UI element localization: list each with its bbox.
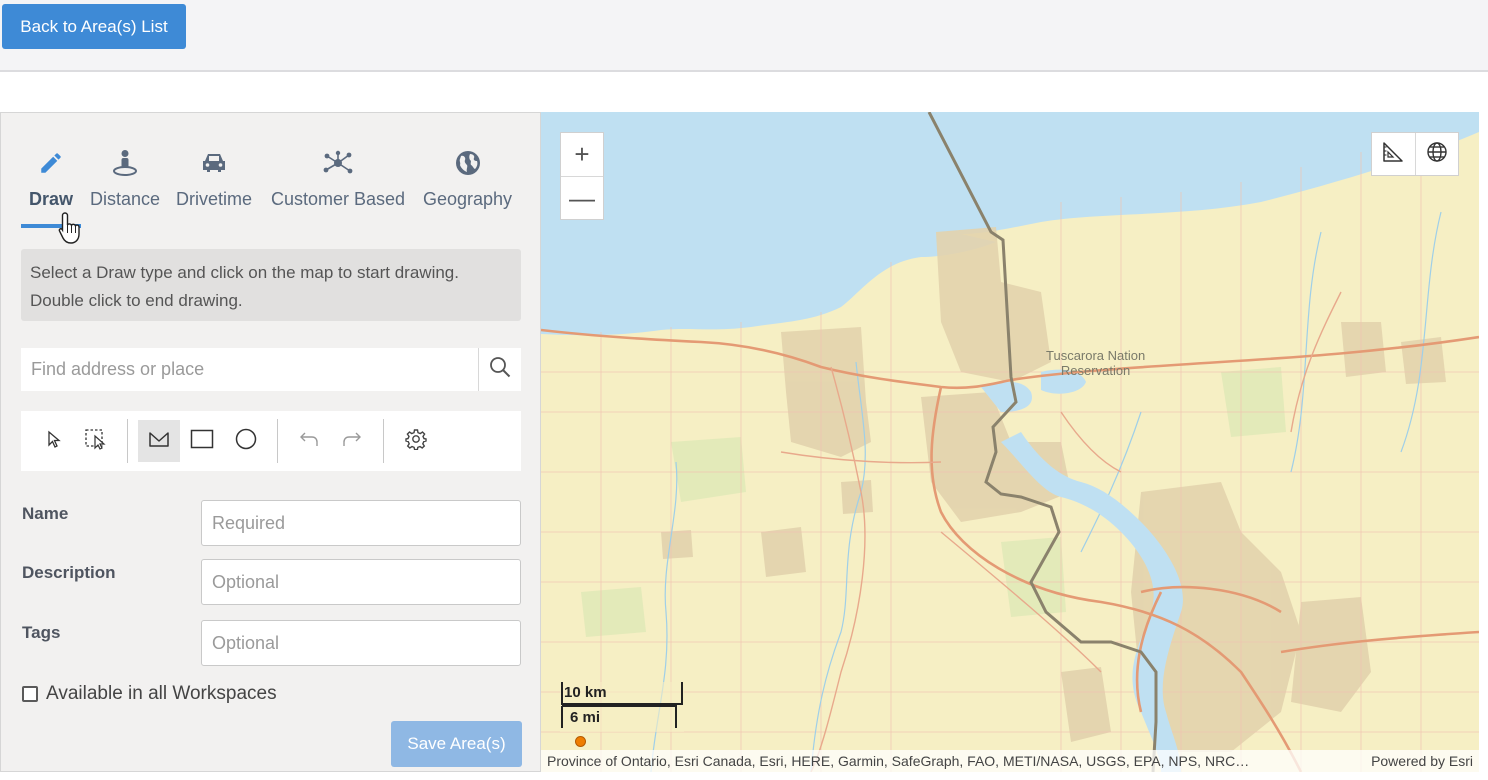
search-icon [489,356,511,383]
redo-button[interactable] [331,420,373,462]
tab-geography[interactable]: Geography [423,147,512,210]
hand-cursor-icon [57,211,85,250]
settings-icon [405,428,427,455]
place-label: Tuscarora Nation Reservation [1046,348,1145,378]
polygon-icon [148,430,170,453]
select-box-icon [84,428,108,455]
pointer-tool-button[interactable] [33,420,75,462]
tab-drivetime[interactable]: Drivetime [176,147,252,210]
select-box-tool-button[interactable] [75,420,117,462]
ruler-triangle-icon [1382,141,1404,168]
pointer-icon [46,430,62,453]
zoom-out-button[interactable]: — [561,177,603,220]
description-label: Description [22,563,116,582]
scale-mi-label: 6 mi [570,709,601,726]
network-icon [322,147,354,179]
person-pin-icon [112,147,138,179]
attribution-text: Province of Ontario, Esri Canada, Esri, … [547,753,1250,769]
top-bar: Back to Area(s) List [0,0,1488,72]
toolbar-divider [127,419,128,463]
basemap [541,112,1479,772]
pencil-icon [38,147,64,179]
toolbar-divider [277,419,278,463]
zoom-in-button[interactable]: + [561,133,603,177]
draw-instructions: Select a Draw type and click on the map … [21,249,521,321]
map-tools [1371,132,1459,176]
all-workspaces-checkbox-row[interactable]: Available in all Workspaces [22,683,277,705]
polygon-tool-button[interactable] [138,420,180,462]
all-workspaces-checkbox[interactable] [22,686,38,702]
undo-icon [299,430,319,453]
globe-icon [1426,141,1448,168]
all-workspaces-label: Available in all Workspaces [46,683,277,704]
tab-draw[interactable]: Draw [29,147,73,210]
name-label: Name [22,504,69,523]
instruction-line-1: Select a Draw type and click on the map … [30,263,459,282]
save-areas-button[interactable]: Save Area(s) [391,721,522,767]
undo-button[interactable] [288,420,330,462]
tab-customer-based[interactable]: Customer Based [271,147,405,210]
tags-label: Tags [22,623,61,642]
basemap-button[interactable] [1416,133,1459,175]
globe-icon [455,147,481,179]
area-type-tabs: Draw Distance Drivetime Customer Based G… [1,113,542,244]
map-attribution: Province of Ontario, Esri Canada, Esri, … [541,750,1479,772]
tab-distance-label: Distance [90,189,161,209]
powered-by-esri[interactable]: Powered by Esri [1371,753,1473,769]
rectangle-icon [190,429,214,454]
place-label-line-2: Reservation [1060,363,1131,378]
scale-bar: 10 km 6 mi [560,682,684,737]
area-editor-panel: Draw Distance Drivetime Customer Based G… [0,112,541,772]
search-button[interactable] [478,348,521,391]
settings-button[interactable] [395,420,437,462]
tab-draw-label: Draw [29,189,74,209]
tab-drivetime-label: Drivetime [176,189,253,209]
name-field[interactable] [201,500,521,546]
instruction-line-2: Double click to end drawing. [30,291,243,310]
location-marker[interactable] [575,736,586,747]
circle-tool-button[interactable] [225,420,267,462]
tab-geography-label: Geography [423,189,513,209]
tab-customer-based-label: Customer Based [271,189,406,209]
tags-field[interactable] [201,620,521,666]
address-search [21,348,521,391]
circle-icon [235,428,257,455]
place-label-line-1: Tuscarora Nation [1046,348,1146,363]
tab-distance[interactable]: Distance [90,147,160,210]
map-view[interactable]: + — Tuscarora Nation Reservation 10 km 6… [541,112,1479,772]
search-input[interactable] [21,348,478,391]
measure-button[interactable] [1372,133,1416,175]
draw-toolbar [21,411,521,471]
rectangle-tool-button[interactable] [181,420,223,462]
redo-icon [342,430,362,453]
scale-km-label: 10 km [564,684,607,701]
description-field[interactable] [201,559,521,605]
zoom-control: + — [560,132,604,220]
car-icon [200,147,228,179]
back-to-area-list-button[interactable]: Back to Area(s) List [2,4,186,49]
toolbar-divider [383,419,384,463]
